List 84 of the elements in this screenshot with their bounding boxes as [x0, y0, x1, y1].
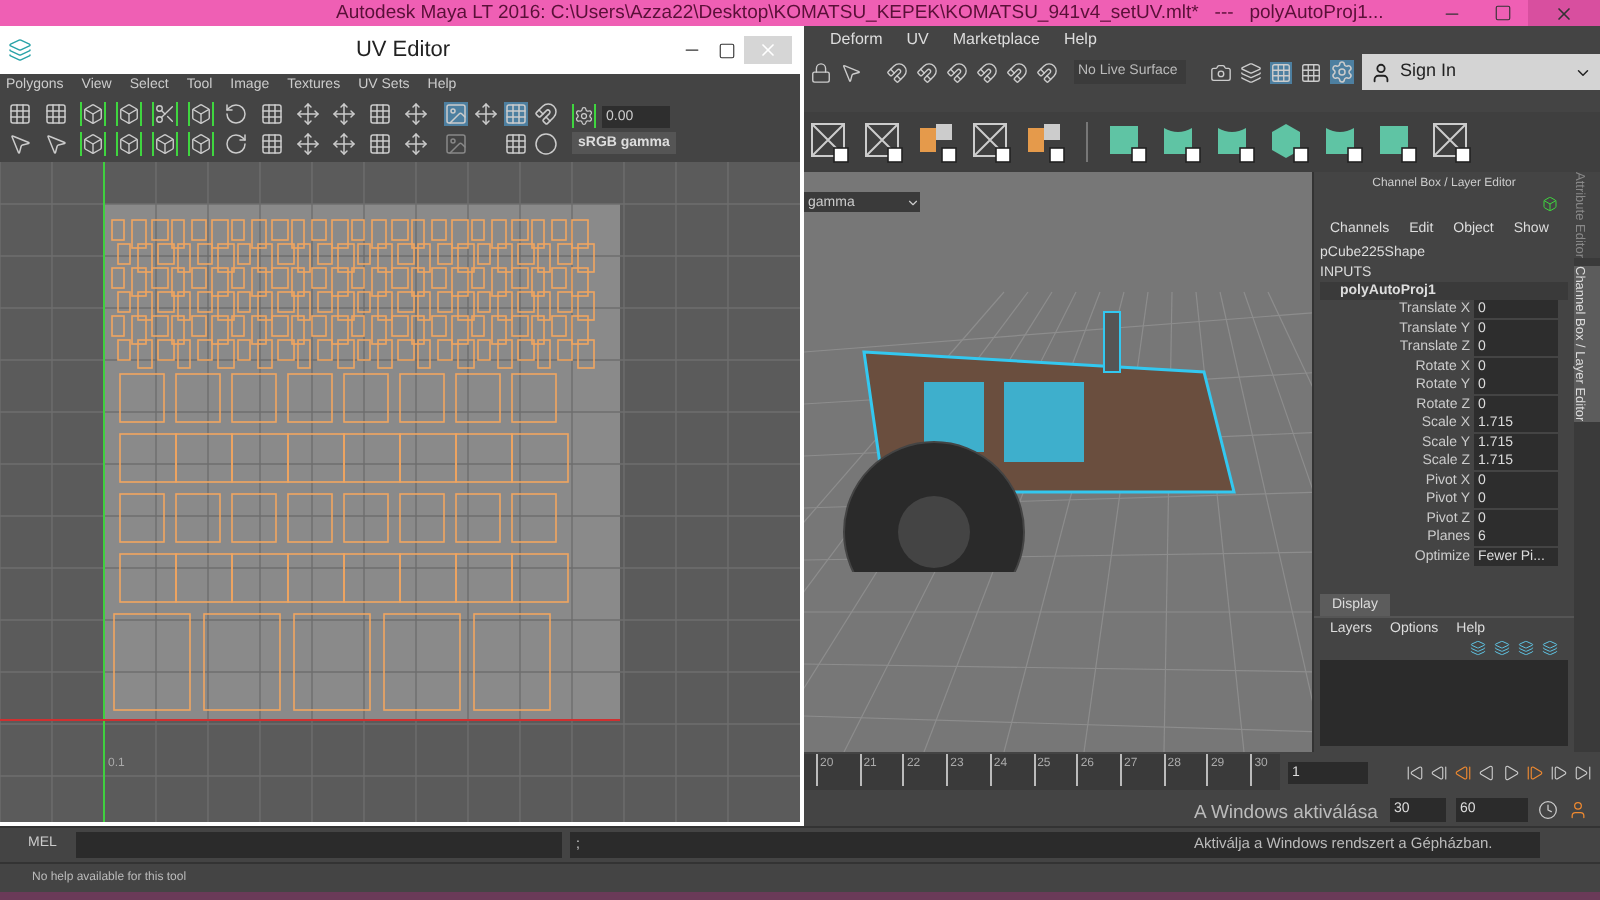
- layer-icon[interactable]: [1470, 640, 1486, 656]
- uv-tool-icon[interactable]: [368, 102, 392, 126]
- image-icon[interactable]: [444, 102, 468, 126]
- window-title: UV Editor: [353, 35, 453, 66]
- uv-tool-icon[interactable]: [116, 132, 142, 156]
- shelf-tool-icon[interactable]: [970, 120, 1014, 164]
- layer-icon[interactable]: [1494, 640, 1510, 656]
- uv-tool-icon[interactable]: [474, 102, 498, 126]
- shelf-tool-icon[interactable]: [1268, 120, 1312, 164]
- sign-in-label[interactable]: Sign In: [1400, 58, 1566, 86]
- skip-forward-icon[interactable]: [1574, 763, 1592, 781]
- layer-icon[interactable]: [1542, 640, 1558, 656]
- magnet-icon[interactable]: [916, 61, 938, 83]
- menu-item[interactable]: Help: [1063, 31, 1097, 47]
- app-icon: [8, 38, 32, 62]
- magnet-icon[interactable]: [1036, 61, 1058, 83]
- play-icon[interactable]: [1502, 763, 1520, 781]
- uv-tool-icon[interactable]: [116, 102, 142, 126]
- uv-tool-icon[interactable]: [152, 102, 178, 126]
- uv-tool-icon[interactable]: [224, 132, 248, 156]
- uv-tool-icon[interactable]: [188, 102, 214, 126]
- uv-tool-icon[interactable]: [80, 132, 106, 156]
- shelf-tool-icon[interactable]: [916, 120, 960, 164]
- uv-tool-icon[interactable]: [152, 132, 178, 156]
- shelf-tool-icon[interactable]: [1106, 120, 1150, 164]
- magnet-icon[interactable]: [976, 61, 998, 83]
- uv-tool-icon[interactable]: [44, 132, 68, 156]
- key-forward-icon[interactable]: [1526, 763, 1544, 781]
- camera-icon[interactable]: [1210, 61, 1232, 83]
- uv-tool-icon[interactable]: [188, 132, 214, 156]
- clock-icon[interactable]: [1538, 799, 1558, 819]
- uv-tool-icon[interactable]: [332, 102, 356, 126]
- window-title: Autodesk Maya LT 2016: C:\Users\Azza22\Desktop\KOMATSU_KEPEK\KOMATSU_941v4_setUV.mlt* --- polyAutoProj1...: [334, 3, 1386, 23]
- uv-tool-icon[interactable]: [224, 102, 248, 126]
- uv-tool-icon[interactable]: [296, 132, 320, 156]
- uv-tool-icon[interactable]: [368, 132, 392, 156]
- magnet-icon[interactable]: [1006, 61, 1028, 83]
- sphere-icon[interactable]: [534, 132, 558, 156]
- shelf-tool-icon[interactable]: [1376, 120, 1420, 164]
- maximize-icon[interactable]: [1494, 4, 1512, 22]
- magnet-icon[interactable]: [946, 61, 968, 83]
- skip-back-icon[interactable]: [1406, 763, 1424, 781]
- uv-tool-icon[interactable]: [404, 132, 428, 156]
- shelf-tool-icon[interactable]: [808, 120, 852, 164]
- character-icon[interactable]: [1568, 799, 1588, 819]
- uv-tool-icon[interactable]: [8, 132, 32, 156]
- menu-item[interactable]: Marketplace: [952, 31, 1040, 47]
- uv-tool-icon[interactable]: [260, 102, 284, 126]
- grid-icon[interactable]: [504, 132, 528, 156]
- shelf-tool-icon[interactable]: [1430, 120, 1474, 164]
- exposure-icon[interactable]: [572, 104, 596, 128]
- grid-icon[interactable]: [504, 102, 528, 126]
- maximize-icon[interactable]: [718, 41, 736, 59]
- step-back-icon[interactable]: [1430, 763, 1448, 781]
- uv-tool-icon[interactable]: [80, 102, 106, 126]
- uv-tool-icon[interactable]: [8, 102, 32, 126]
- play-backward-icon[interactable]: [1478, 763, 1496, 781]
- step-forward-icon[interactable]: [1550, 763, 1568, 781]
- uv-tool-icon[interactable]: [296, 102, 320, 126]
- layer-icon[interactable]: [1518, 640, 1534, 656]
- layout-icon[interactable]: [1300, 61, 1322, 83]
- close-icon[interactable]: [1554, 3, 1574, 23]
- user-icon[interactable]: [1370, 61, 1392, 83]
- shelf-tool-icon[interactable]: [862, 120, 906, 164]
- uv-tool-icon[interactable]: [260, 132, 284, 156]
- lock-icon[interactable]: [810, 61, 832, 83]
- key-back-icon[interactable]: [1454, 763, 1472, 781]
- magnet-icon[interactable]: [886, 61, 908, 83]
- uv-tool-icon[interactable]: [534, 102, 558, 126]
- menu-item[interactable]: UV: [906, 31, 929, 47]
- pointer-icon[interactable]: [840, 61, 862, 83]
- command-field[interactable]: [76, 832, 562, 858]
- image-icon[interactable]: [444, 132, 468, 156]
- activation-title: A Windows aktiválása: [1194, 800, 1378, 826]
- shelf-tool-icon[interactable]: [1024, 120, 1068, 164]
- uv-tool-icon[interactable]: [332, 132, 356, 156]
- uv-tool-icon[interactable]: [404, 102, 428, 126]
- axis-icon: [1542, 196, 1558, 212]
- gear-icon[interactable]: [1330, 60, 1354, 84]
- uv-tool-icon[interactable]: [44, 102, 68, 126]
- menu-item[interactable]: Deform: [830, 31, 883, 47]
- caret-icon[interactable]: [906, 195, 920, 209]
- sign-in-dropdown[interactable]: Sign In: [1362, 54, 1600, 90]
- layout-icon[interactable]: [1270, 61, 1292, 83]
